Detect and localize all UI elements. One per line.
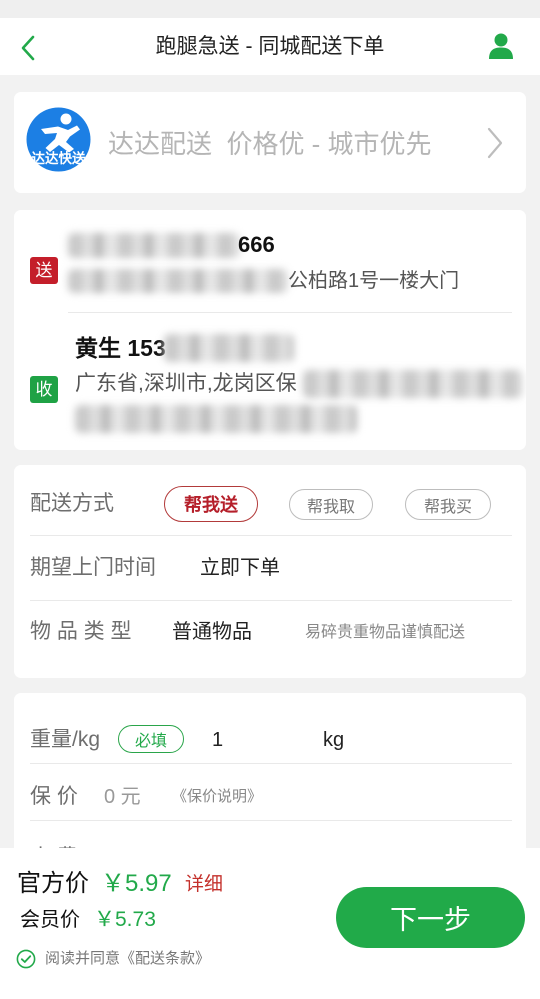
item-type-row[interactable]: 物 品 类 型 普通物品 易碎贵重物品谨慎配送	[14, 601, 526, 671]
dada-logo: 达达快送	[25, 107, 92, 177]
status-bar	[0, 0, 540, 18]
receiver-badge: 收	[30, 376, 58, 403]
item-type-hint: 易碎贵重物品谨慎配送	[305, 624, 466, 641]
check-circle-icon	[16, 949, 36, 969]
delivery-mode-label: 配送方式	[30, 492, 114, 515]
sender-name: 666	[238, 232, 275, 257]
checkout-bar: 官方价 ￥5.97 详细 会员价 ￥5.73 下一步 阅读并同意《配送条款》	[0, 848, 540, 999]
logo-text: 达达快送	[32, 150, 86, 166]
user-icon	[489, 33, 513, 59]
required-tag: 必填	[118, 725, 184, 753]
option-help-send[interactable]: 帮我送	[164, 486, 258, 522]
divider	[30, 763, 512, 764]
insurance-info-link[interactable]: 《保价说明》	[172, 785, 262, 809]
insurance-value[interactable]: 0 元	[104, 782, 141, 812]
redacted-sender-address	[68, 269, 288, 293]
redacted-receiver-address-line2	[75, 405, 357, 433]
redacted-receiver-address	[303, 370, 523, 398]
agree-checkbox[interactable]	[16, 949, 36, 974]
official-price: ￥5.97	[101, 870, 172, 897]
weight-input[interactable]: 1	[212, 725, 223, 755]
member-price-label: 会员价	[20, 909, 80, 931]
sender-address: 公柏路1号一楼大门	[288, 270, 460, 292]
redacted-receiver-phone	[164, 334, 294, 362]
pickup-time-label: 期望上门时间	[30, 556, 156, 579]
insurance-label: 保 价	[30, 785, 78, 808]
official-price-label: 官方价	[17, 870, 89, 897]
page-title: 跑腿急送 - 同城配送下单	[155, 35, 385, 58]
option-help-buy[interactable]: 帮我买	[405, 489, 491, 520]
weight-label: 重量/kg	[30, 728, 101, 751]
option-help-pickup[interactable]: 帮我取	[289, 489, 373, 520]
item-type-value: 普通物品	[172, 621, 252, 643]
redacted-sender-name	[68, 233, 240, 258]
carrier-selector[interactable]: 达达快送 达达配送 价格优 - 城市优先	[14, 92, 526, 193]
receiver-block[interactable]: 黄生 153 收 广东省,深圳市,龙岗区保	[14, 313, 526, 450]
next-step-button[interactable]: 下一步	[336, 887, 525, 948]
carrier-slogan: 达达配送 价格优 - 城市优先	[108, 129, 432, 159]
sender-badge: 送	[30, 257, 58, 284]
pickup-time-row[interactable]: 期望上门时间 立即下单	[14, 536, 526, 600]
address-card: 送 666 公柏路1号一楼大门 黄生 153 收 广东省,深圳市,龙岗区保	[14, 210, 526, 450]
nav-header: 跑腿急送 - 同城配送下单	[0, 18, 540, 75]
sender-block[interactable]: 送 666 公柏路1号一楼大门	[14, 210, 526, 312]
item-type-label: 物 品 类 型	[30, 620, 132, 643]
weight-unit: kg	[323, 729, 345, 751]
pickup-time-value: 立即下单	[200, 557, 280, 579]
chevron-right-icon	[485, 126, 505, 165]
terms-agreement-link[interactable]: 阅读并同意《配送条款》	[45, 948, 210, 970]
member-price: ￥5.73	[94, 908, 156, 931]
receiver-address: 广东省,深圳市,龙岗区保	[75, 372, 297, 395]
price-detail-link[interactable]: 详细	[185, 871, 223, 899]
divider	[30, 820, 512, 821]
delivery-options-card: 配送方式 帮我送 帮我取 帮我买 期望上门时间 立即下单 物 品 类 型 普通物…	[14, 465, 526, 678]
user-button[interactable]	[489, 33, 513, 64]
receiver-name: 黄生 153	[75, 335, 166, 361]
